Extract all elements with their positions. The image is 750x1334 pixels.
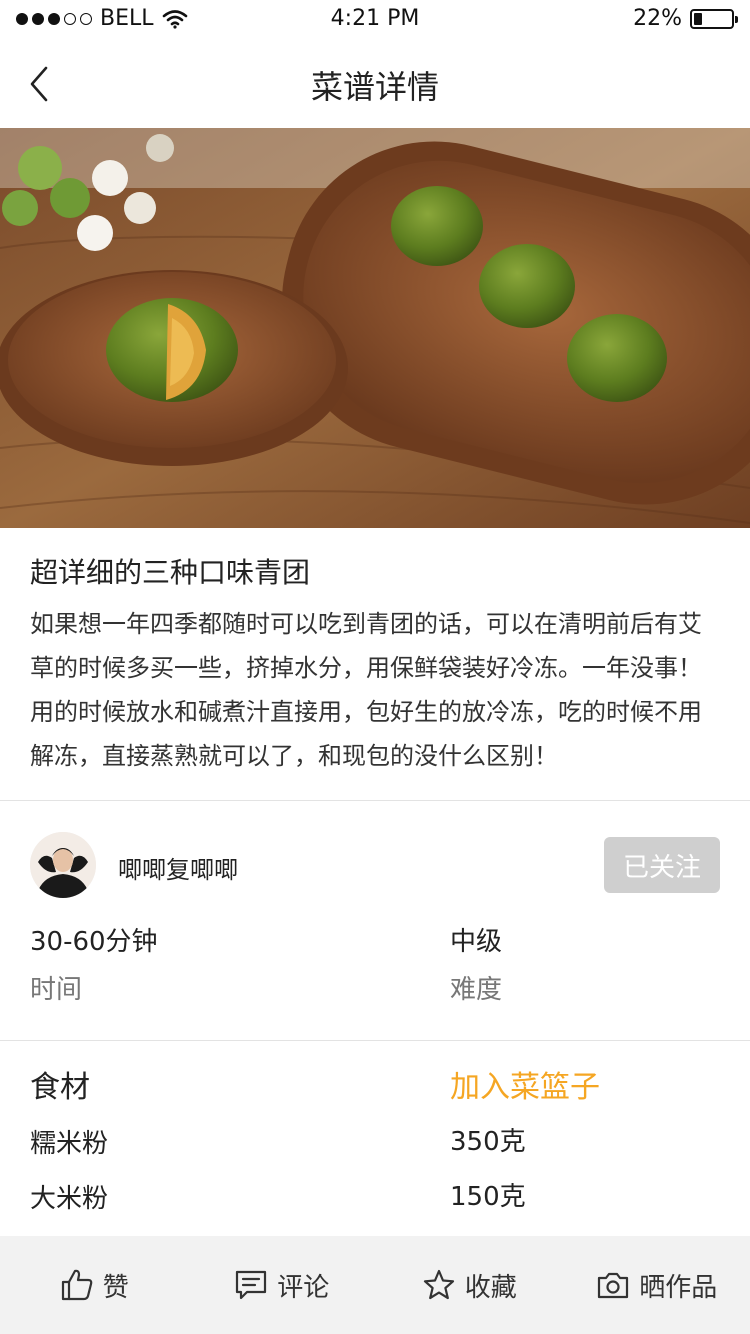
like-button[interactable]: 赞 bbox=[0, 1236, 188, 1334]
share-work-button[interactable]: 晒作品 bbox=[563, 1236, 750, 1334]
avatar[interactable] bbox=[30, 832, 96, 898]
status-right: 22% bbox=[633, 6, 738, 31]
author-row: 唧唧复唧唧 已关注 bbox=[30, 832, 720, 898]
author-avatar-image bbox=[30, 832, 96, 898]
time-value: 30-60分钟 bbox=[30, 927, 158, 957]
time-label: 时间 bbox=[30, 975, 83, 1005]
qingtuan-photo bbox=[0, 128, 750, 528]
difficulty-label: 难度 bbox=[450, 975, 503, 1005]
ingredient-name: 糯米粉 bbox=[30, 1129, 109, 1159]
author-name[interactable]: 唧唧复唧唧 bbox=[118, 850, 238, 885]
add-to-basket-link[interactable]: 加入菜篮子 bbox=[450, 1066, 600, 1110]
share-work-label: 晒作品 bbox=[639, 1272, 718, 1303]
ingredient-amount: 150克 bbox=[450, 1182, 526, 1212]
favorite-button[interactable]: 收藏 bbox=[375, 1236, 563, 1334]
battery-percent: 22% bbox=[633, 6, 682, 31]
favorite-label: 收藏 bbox=[464, 1272, 517, 1303]
follow-button[interactable]: 已关注 bbox=[604, 837, 720, 893]
camera-icon bbox=[598, 1272, 629, 1299]
recipe-title: 超详细的三种口味青团 bbox=[30, 556, 311, 589]
page-title: 菜谱详情 bbox=[310, 68, 439, 106]
comment-label: 评论 bbox=[277, 1272, 330, 1303]
recipe-hero-image bbox=[0, 128, 750, 528]
difficulty-info: 中级 难度 bbox=[450, 922, 502, 1010]
battery-level bbox=[694, 12, 702, 25]
thumbs-up-icon bbox=[61, 1269, 93, 1301]
comment-icon bbox=[236, 1270, 267, 1300]
bottom-action-bar: 赞 评论 收藏 晒作品 bbox=[0, 1236, 750, 1334]
time-info: 30-60分钟 时间 bbox=[30, 922, 158, 1010]
recipe-description: 如果想一年四季都随时可以吃到青团的话，可以在清明前后有艾草的时候多买一些，挤掉水… bbox=[30, 610, 702, 770]
ingredient-amount: 350克 bbox=[450, 1127, 526, 1157]
divider bbox=[0, 800, 750, 801]
status-bar: BELL 4:21 PM 22% bbox=[0, 0, 750, 40]
divider bbox=[0, 1040, 750, 1041]
ingredient-name: 大米粉 bbox=[30, 1184, 109, 1214]
like-label: 赞 bbox=[102, 1272, 129, 1303]
recipe-content: 超详细的三种口味青团 如果想一年四季都随时可以吃到青团的话，可以在清明前后有艾草… bbox=[30, 548, 720, 778]
star-icon bbox=[423, 1269, 454, 1300]
battery-icon bbox=[690, 8, 738, 29]
difficulty-value: 中级 bbox=[450, 927, 503, 957]
navigation-bar: 菜谱详情 bbox=[0, 40, 750, 129]
ingredients-heading: 食材 bbox=[30, 1070, 90, 1105]
comment-button[interactable]: 评论 bbox=[188, 1236, 376, 1334]
